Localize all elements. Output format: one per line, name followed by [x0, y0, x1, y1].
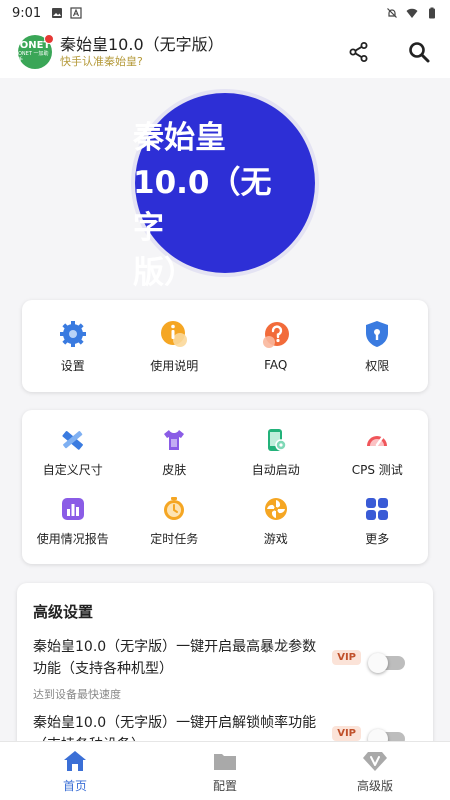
hero-text: 秦始皇 10.0（无字 版） [133, 116, 298, 296]
advanced-row-toggle[interactable] [368, 653, 405, 673]
grid-icon [366, 498, 389, 520]
notification-dot [44, 34, 54, 44]
advanced-settings-title: 高级设置 [33, 603, 94, 621]
nav-premium[interactable]: 高级版 [300, 742, 450, 800]
tool-item-auto-start[interactable]: 自动启动 [225, 418, 327, 487]
tool-item-label: CPS 测试 [351, 463, 403, 477]
hero-line-3: 版） [133, 255, 195, 291]
tool-item-label: 自定义尺寸 [42, 463, 103, 477]
wifi-icon [406, 8, 418, 18]
quick-item-permissions[interactable]: 权限 [327, 300, 429, 392]
quick-item-label: 使用说明 [150, 358, 199, 373]
question-icon [262, 322, 289, 348]
tool-item-label: 自动启动 [251, 463, 300, 477]
tool-item-custom-size[interactable]: 自定义尺寸 [22, 418, 124, 487]
share-button[interactable] [346, 39, 372, 65]
quick-menu-card: 设置 使用说明 FAQ 权限 [22, 300, 428, 392]
vip-badge: VIP [332, 650, 361, 665]
bar-chart-icon [61, 498, 84, 520]
app-logo: ONET ONET 一加助手 [18, 34, 54, 69]
letter-a-icon [70, 7, 82, 19]
home-icon [64, 750, 86, 771]
phone-settings-icon [267, 429, 287, 451]
tool-item-scheduled-task[interactable]: 定时任务 [124, 487, 226, 556]
advanced-row-description: 达到设备最快速度 [33, 688, 121, 701]
notifications-off-icon [387, 8, 397, 18]
battery-icon [429, 7, 435, 19]
tool-item-label: 定时任务 [150, 532, 199, 546]
nav-label: 配置 [212, 778, 237, 793]
app-subtitle: 快手认准秦始皇? [60, 55, 143, 68]
hero-line-1: 秦始皇 [133, 120, 226, 156]
app-title: 秦始皇10.0（无字版） [60, 35, 224, 54]
nav-label: 高级版 [356, 778, 393, 793]
tool-item-label: 游戏 [263, 532, 288, 546]
share-icon [349, 42, 368, 62]
tool-item-usage-report[interactable]: 使用情况报告 [22, 487, 124, 556]
vip-badge: VIP [332, 726, 361, 741]
search-icon [409, 42, 430, 63]
tool-item-label: 皮肤 [162, 463, 187, 477]
toggle-knob [368, 653, 388, 673]
status-bar: 9:01 [0, 0, 450, 26]
hero-line-2: 10.0（无字 [133, 165, 272, 246]
timer-icon [164, 497, 185, 520]
tool-item-label: 更多 [365, 532, 390, 546]
info-icon [161, 320, 188, 347]
speedometer-icon [367, 436, 388, 447]
shield-icon [366, 320, 389, 347]
advanced-row-title: 秦始皇10.0（无字版）一键开启最高暴龙参数功能（支持各种机型） [33, 639, 317, 677]
tool-item-cps-test[interactable]: CPS 测试 [327, 418, 429, 487]
bottom-navigation: 首页 配置 高级版 [0, 741, 450, 800]
tool-item-label: 使用情况报告 [36, 532, 109, 546]
app-header: ONET ONET 一加助手 秦始皇10.0（无字版） 快手认准秦始皇? [0, 26, 450, 78]
pinwheel-icon [264, 498, 287, 520]
nav-home[interactable]: 首页 [0, 742, 150, 800]
tool-item-skin[interactable]: 皮肤 [124, 418, 226, 487]
quick-item-instructions[interactable]: 使用说明 [124, 300, 226, 392]
quick-item-settings[interactable]: 设置 [22, 300, 124, 392]
status-time: 9:01 [12, 5, 42, 21]
diamond-icon [363, 751, 387, 771]
image-icon [52, 8, 63, 18]
tshirt-icon [164, 430, 185, 450]
quick-item-label: 设置 [60, 358, 85, 373]
tools-menu-card: 自定义尺寸 皮肤 自动启动 CPS 测试 使用情况报告 定时任务 游戏 更多 [22, 410, 428, 564]
nav-label: 首页 [62, 778, 87, 793]
folder-icon [214, 753, 236, 770]
nav-config[interactable]: 配置 [150, 742, 300, 800]
tool-item-games[interactable]: 游戏 [225, 487, 327, 556]
quick-item-faq[interactable]: FAQ [225, 300, 327, 392]
gear-icon [59, 320, 86, 347]
advanced-row[interactable]: 秦始皇10.0（无字版）一键开启最高暴龙参数功能（支持各种机型） 达到设备最快速… [33, 636, 417, 702]
quick-item-label: 权限 [365, 358, 390, 373]
logo-subtext: ONET 一加助手 [18, 51, 49, 63]
quick-item-label: FAQ [264, 358, 288, 372]
tool-item-more[interactable]: 更多 [327, 487, 429, 556]
search-button[interactable] [406, 39, 432, 65]
ruler-pencil-icon [62, 431, 83, 450]
